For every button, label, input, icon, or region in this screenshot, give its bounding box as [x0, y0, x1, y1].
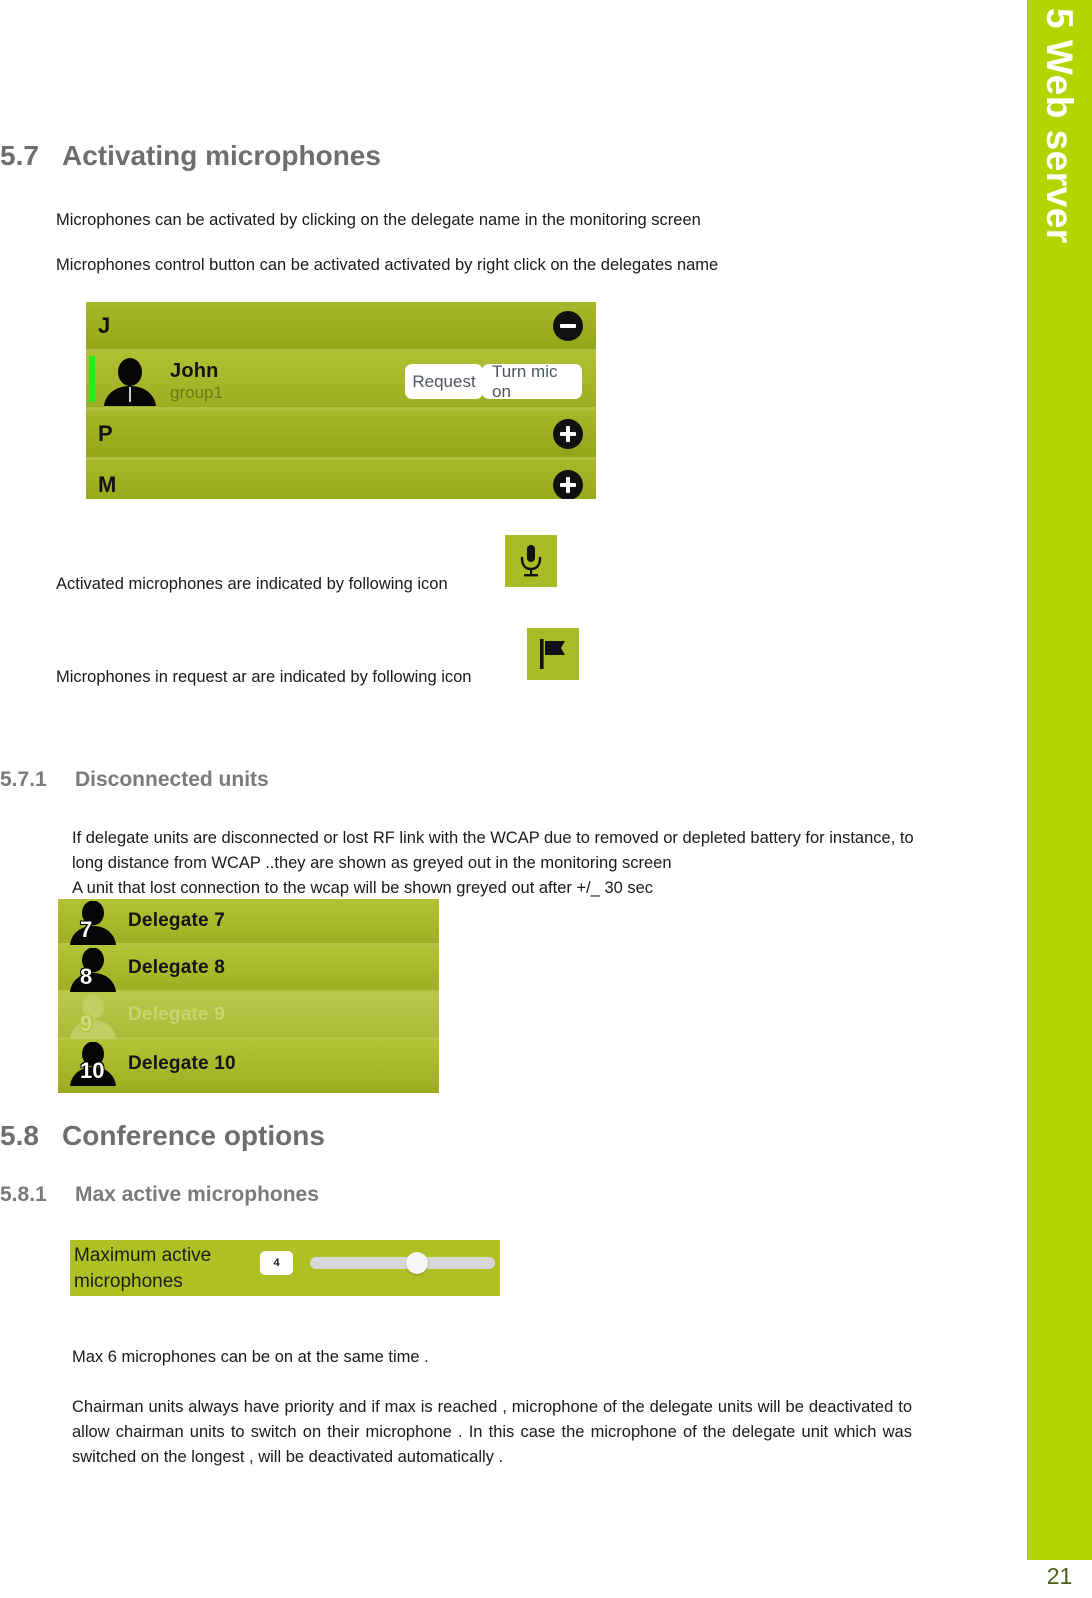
delegate-name: Delegate 10: [128, 1052, 236, 1074]
group-letter: M: [98, 472, 117, 497]
heading-5-8: 5.8 Conference options: [0, 1120, 325, 1152]
slider-value-box[interactable]: 4: [260, 1251, 293, 1275]
paragraph-5-7-1: Microphones can be activated by clicking…: [56, 211, 701, 229]
paragraph-5-7-2: Microphones control button can be activa…: [56, 256, 719, 274]
slider-label: Maximum active microphones: [74, 1245, 212, 1292]
active-indicator-bar: [89, 356, 95, 402]
heading-5-7-1-title: Disconnected units: [75, 768, 269, 791]
paragraph-5-7-1-b: A unit that lost connection to the wcap …: [72, 879, 654, 897]
avatar: [102, 358, 158, 406]
delegate-name: John: [170, 360, 219, 382]
turn-mic-on-button[interactable]: Turn mic on: [482, 362, 582, 401]
group-row-p[interactable]: P: [86, 410, 596, 460]
delegate-group: group1: [170, 383, 223, 402]
heading-5-8-1-title: Max active microphones: [75, 1183, 319, 1206]
microphone-icon-badge: [505, 535, 557, 587]
slider-thumb[interactable]: [406, 1252, 429, 1274]
plus-circle-icon[interactable]: [553, 418, 583, 449]
avatar: [68, 994, 118, 1039]
list-item-disconnected[interactable]: 9 Delegate 9: [58, 993, 439, 1040]
delegate-name: Delegate 9: [128, 1004, 226, 1025]
paragraph-5-8-1-a: Max 6 microphones can be on at the same …: [72, 1348, 429, 1366]
list-item[interactable]: 8 Delegate 8: [58, 946, 439, 993]
request-button[interactable]: Request: [405, 364, 483, 399]
heading-5-8-title: Conference options: [62, 1120, 325, 1151]
heading-5-7-number: 5.7: [0, 140, 39, 171]
group-letter: J: [98, 312, 111, 338]
document-body: 5.7 Activating microphones Microphones ca…: [0, 0, 1010, 1598]
max-active-microphones-widget[interactable]: Maximum active microphones 4: [70, 1240, 500, 1296]
delegate-number: 9: [80, 1011, 93, 1036]
group-row-m[interactable]: M: [86, 460, 596, 499]
paragraph-5-8-1-b: Chairman units always have priority and …: [72, 1398, 912, 1466]
activated-mic-caption: Activated microphones are indicated by f…: [56, 575, 448, 593]
group-letter: P: [98, 420, 113, 446]
heading-5-8-1: 5.8.1 Max active microphones: [0, 1183, 319, 1207]
heading-5-8-number: 5.8: [0, 1120, 39, 1151]
avatar: [68, 900, 118, 945]
flag-icon-badge: [527, 628, 579, 680]
heading-5-7: 5.7 Activating microphones: [0, 140, 381, 172]
microphone-icon: [520, 545, 542, 577]
heading-5-7-title: Activating microphones: [62, 140, 381, 171]
delegate-name: Delegate 7: [128, 910, 226, 931]
group-row-j[interactable]: J: [86, 302, 596, 352]
delegate-number: 8: [80, 964, 93, 989]
delegate-name: Delegate 8: [128, 957, 226, 978]
heading-5-8-1-number: 5.8.1: [0, 1183, 47, 1206]
avatar: [68, 947, 118, 992]
paragraph-5-7-1-a: If delegate units are disconnected or lo…: [72, 829, 914, 872]
heading-5-7-1: 5.7.1 Disconnected units: [0, 768, 269, 792]
flag-icon: [540, 639, 565, 669]
delegate-number: 7: [80, 917, 93, 942]
page-number: 21: [1046, 1563, 1073, 1589]
chapter-label: 5 Web server: [1039, 8, 1080, 244]
monitoring-screen-widget[interactable]: J John group1 Request Turn mic on P M: [86, 302, 596, 499]
minus-circle-icon[interactable]: [553, 310, 583, 341]
plus-circle-icon[interactable]: [553, 470, 583, 499]
slider-track[interactable]: [310, 1252, 495, 1274]
delegate-row-john[interactable]: John group1 Request Turn mic on: [86, 352, 596, 410]
heading-5-7-1-number: 5.7.1: [0, 768, 47, 791]
request-mic-caption: Microphones in request ar are indicated …: [56, 668, 472, 686]
list-item[interactable]: 10 Delegate 10: [58, 1040, 439, 1087]
disconnected-delegates-widget[interactable]: 7 Delegate 7 8 Delegate 8 9 Delegate 9 1…: [58, 899, 439, 1093]
chapter-sidebar: 5 Web server: [1027, 0, 1092, 1560]
delegate-number: 10: [80, 1058, 105, 1083]
list-item[interactable]: 7 Delegate 7: [58, 899, 439, 946]
